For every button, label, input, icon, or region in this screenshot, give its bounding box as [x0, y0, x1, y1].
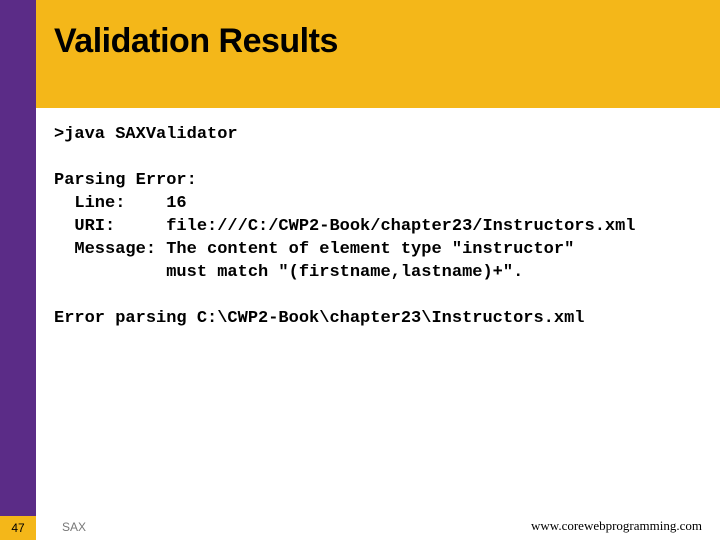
footer-left-label: SAX [62, 520, 86, 534]
sidebar-top-square [0, 0, 36, 108]
code-line-line-no: Line: 16 [54, 194, 187, 213]
footer-url: www.corewebprogramming.com [531, 518, 702, 534]
page-title: Validation Results [54, 22, 338, 61]
code-line-error-summary: Error parsing C:\CWP2-Book\chapter23\Ins… [54, 309, 585, 328]
code-line-uri: URI: file:///C:/CWP2-Book/chapter23/Inst… [54, 217, 636, 236]
page-number-badge: 47 [0, 516, 36, 540]
code-line-parsing-error: Parsing Error: [54, 171, 197, 190]
slide: Validation Results >java SAXValidator Pa… [0, 0, 720, 540]
code-line-message-2: must match "(firstname,lastname)+". [54, 263, 523, 282]
footer: 47 SAX www.corewebprogramming.com [0, 508, 720, 540]
code-line-command: >java SAXValidator [54, 125, 238, 144]
code-block: >java SAXValidator Parsing Error: Line: … [54, 124, 684, 330]
code-line-message-1: Message: The content of element type "in… [54, 240, 574, 259]
